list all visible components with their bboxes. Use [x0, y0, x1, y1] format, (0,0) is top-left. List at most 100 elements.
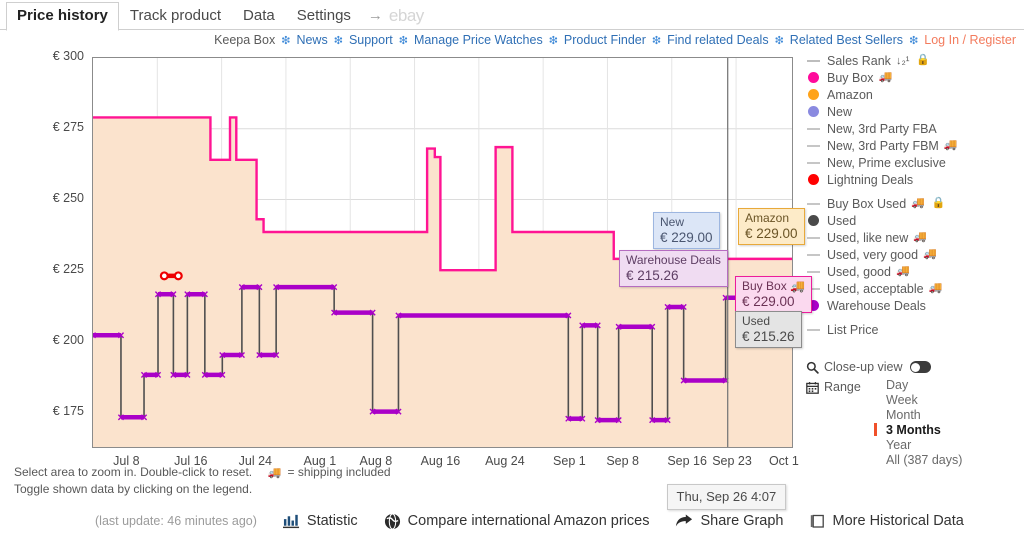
legend-item-label: Warehouse Deals [827, 298, 926, 313]
legend-item-new[interactable]: New [806, 103, 1021, 120]
legend-dot-icon [806, 214, 820, 228]
range-option-day[interactable]: Day [878, 377, 1018, 392]
legend-item-used-good[interactable]: Used, good 🚚 [806, 263, 1021, 280]
legend-item-label: Amazon [827, 87, 873, 102]
top-link-news[interactable]: News [296, 33, 327, 47]
x-axis-tick: Aug 16 [420, 454, 461, 468]
x-axis-tick: Oct 1 [768, 454, 799, 468]
truck-icon: 🚚 [895, 265, 910, 277]
range-options[interactable]: Day Week Month 3 Months Year All (387 days) [874, 377, 1018, 467]
legend-item-lightning-deals[interactable]: Lightning Deals [806, 171, 1021, 188]
top-link-related-best-sellers[interactable]: Related Best Sellers [790, 33, 903, 47]
hint-toggle-text: Toggle shown data by clicking on the leg… [14, 482, 253, 496]
top-links-bar: Keepa Box ❇ News ❇ Support ❇ Manage Price Watc… [214, 31, 1016, 49]
chart-legend[interactable]: Sales Rank ↓₂¹ 🔒 Buy Box 🚚 Amazon New New, 3rd … [806, 52, 1021, 338]
tab-settings[interactable]: Settings [286, 1, 362, 30]
x-axis-tick: Sep 16 [667, 454, 707, 468]
legend-item-label: Lightning Deals [827, 172, 914, 187]
link-separator-icon: ❇ [548, 34, 558, 47]
legend-dash-icon [806, 139, 820, 153]
legend-item-new-3rd-party-fbm[interactable]: New, 3rd Party FBM 🚚 [806, 137, 1021, 154]
legend-dash-icon [806, 54, 820, 68]
closeup-view-toggle[interactable] [909, 361, 931, 373]
legend-item-buy-box-used[interactable]: Buy Box Used 🚚 🔒 [806, 195, 1021, 212]
legend-item-label: Buy Box Used [827, 196, 907, 211]
legend-item-label: New, 3rd Party FBM [827, 138, 939, 153]
y-axis-tick: € 175 [52, 404, 84, 419]
last-update-label: (last update: 46 minutes ago) [95, 514, 257, 528]
range-option-month[interactable]: Month [878, 407, 1018, 422]
tab-track-product[interactable]: Track product [119, 1, 232, 30]
tab-list: Price history Track product Data Settings → e… [0, 0, 1024, 31]
tooltip-value: € 229.00 [742, 294, 795, 309]
statistic-button[interactable]: Statistic [282, 513, 358, 529]
share-graph-label: Share Graph [700, 513, 784, 529]
top-link-log-in-register[interactable]: Log In / Register [924, 33, 1016, 47]
footer-toolbar: (last update: 46 minutes ago) Statistic … [0, 505, 1024, 537]
range-option-year[interactable]: Year [878, 437, 1018, 452]
lock-icon: 🔒 [916, 54, 931, 66]
chart-controls: Close-up view Range Day Week Month 3 Months… [806, 358, 1021, 467]
tooltip-value: € 215.26 [742, 329, 795, 344]
compare-prices-button[interactable]: Compare international Amazon prices [384, 512, 649, 530]
truck-icon: 🚚 [267, 467, 282, 479]
legend-item-amazon[interactable]: Amazon [806, 86, 1021, 103]
legend-item-label: New [827, 104, 853, 119]
more-historical-data-label: More Historical Data [832, 513, 964, 529]
legend-item-list-price[interactable]: List Price [806, 321, 1021, 338]
statistic-label: Statistic [306, 513, 358, 529]
legend-item-warehouse-deals[interactable]: Warehouse Deals [806, 297, 1021, 314]
range-option-week[interactable]: Week [878, 392, 1018, 407]
x-axis-tick: Sep 23 [712, 454, 752, 468]
top-link-product-finder[interactable]: Product Finder [564, 33, 646, 47]
tooltip-title: Amazon [745, 211, 790, 225]
truck-icon: 🚚 [911, 197, 925, 209]
tooltip-new: New € 229.00 [653, 212, 720, 249]
tab-price-history[interactable]: Price history [6, 2, 119, 31]
legend-dash-icon [806, 323, 820, 337]
truck-icon: 🚚 [943, 139, 958, 151]
legend-dash-icon [806, 197, 820, 211]
legend-item-used[interactable]: Used [806, 212, 1021, 229]
legend-dot-icon [806, 105, 820, 119]
tab-data[interactable]: Data [232, 1, 286, 30]
legend-item-buy-box[interactable]: Buy Box 🚚 [806, 69, 1021, 86]
more-historical-data-button[interactable]: More Historical Data [810, 513, 964, 529]
range-option-3-months[interactable]: 3 Months [874, 422, 1018, 437]
link-separator-icon: ❇ [774, 34, 784, 47]
truck-icon: 🚚 [923, 248, 937, 260]
tooltip-value: € 229.00 [660, 230, 713, 245]
ebay-logo: ebay [388, 5, 424, 25]
truck-icon: 🚚 [928, 282, 943, 294]
share-graph-button[interactable]: Share Graph [675, 513, 784, 529]
x-axis-tick: Sep 8 [606, 454, 639, 468]
link-separator-icon: ❇ [281, 34, 291, 47]
top-link-manage-price-watches[interactable]: Manage Price Watches [414, 33, 543, 47]
lock-icon: 🔒 [931, 197, 946, 209]
hint-shipping-text: = shipping included [287, 465, 391, 479]
legend-item-used-acceptable[interactable]: Used, acceptable 🚚 [806, 280, 1021, 297]
tooltip-buybox: Buy Box 🚚 € 229.00 [735, 276, 812, 313]
truck-icon: 🚚 [913, 231, 927, 243]
closeup-view-row[interactable]: Close-up view [806, 358, 1021, 376]
legend-item-used-very-good[interactable]: Used, very good 🚚 [806, 246, 1021, 263]
y-axis-tick: € 250 [52, 191, 84, 206]
chart-hints: Select area to zoom in. Double-click to … [14, 464, 391, 497]
book-icon [810, 513, 826, 529]
legend-item-new-prime-exclusive[interactable]: New, Prime exclusive [806, 154, 1021, 171]
legend-item-label: Used, good [827, 264, 891, 279]
legend-dash-icon [806, 156, 820, 170]
legend-item-used-like-new[interactable]: Used, like new 🚚 [806, 229, 1021, 246]
legend-item-new-3rd-party-fba[interactable]: New, 3rd Party FBA [806, 120, 1021, 137]
range-option-all-387-days[interactable]: All (387 days) [878, 452, 1018, 467]
top-link-support[interactable]: Support [349, 33, 393, 47]
legend-dot-icon [806, 71, 820, 85]
keepa-price-history-page: Price history Track product Data Settings → e… [0, 0, 1024, 537]
link-separator-icon: ❇ [333, 34, 343, 47]
legend-item-label: List Price [827, 322, 879, 337]
legend-item-sales-rank[interactable]: Sales Rank ↓₂¹ 🔒 [806, 52, 1021, 69]
top-link-find-related-deals[interactable]: Find related Deals [667, 33, 768, 47]
date-tooltip: Thu, Sep 26 4:07 [666, 484, 787, 510]
legend-dot-icon [806, 173, 820, 187]
legend-item-label: Used, very good [827, 247, 919, 262]
